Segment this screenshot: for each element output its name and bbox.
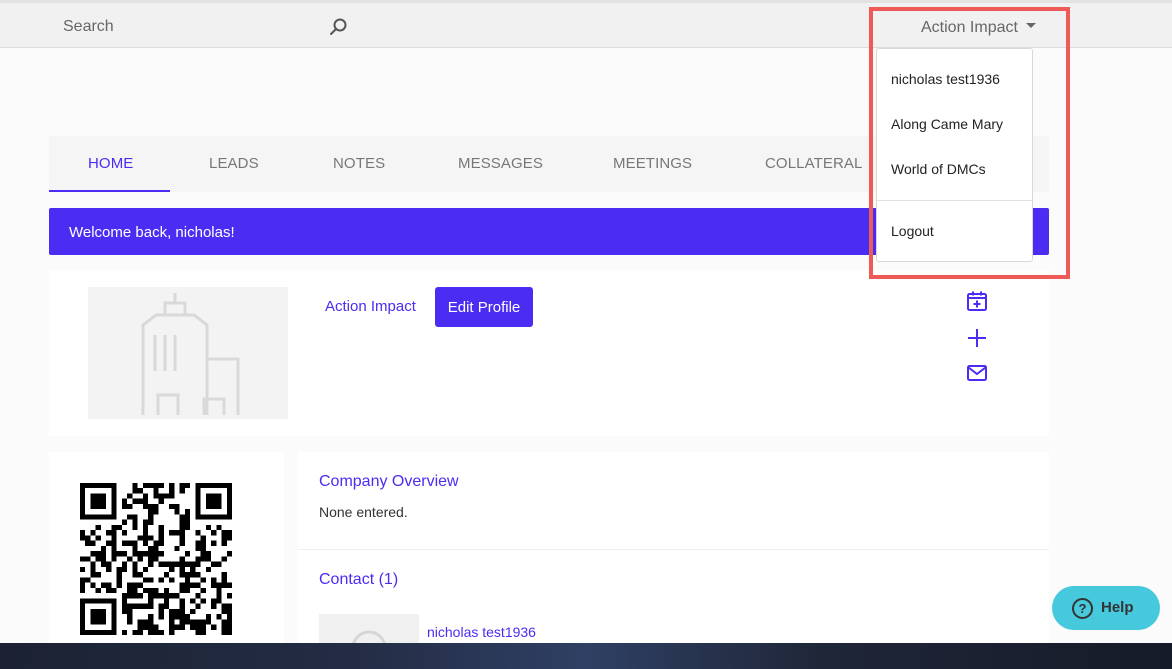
search-input[interactable]: Search (63, 18, 114, 36)
contact-title: Contact (1) (319, 571, 399, 588)
tab-home[interactable]: HOME (88, 155, 133, 172)
question-icon: ? (1072, 598, 1093, 619)
plus-icon[interactable] (965, 326, 989, 350)
tab-leads[interactable]: LEADS (209, 155, 259, 172)
tab-meetings[interactable]: MEETINGS (613, 155, 692, 172)
company-info-card: Company Overview None entered. Contact (… (298, 452, 1049, 654)
edit-profile-button[interactable]: Edit Profile (435, 287, 533, 327)
tab-collateral[interactable]: COLLATERAL (765, 155, 862, 172)
profile-card: Action Impact Edit Profile (49, 270, 1049, 436)
qr-code-card (49, 452, 284, 652)
search-icon[interactable] (328, 16, 350, 38)
company-logo-placeholder (88, 287, 288, 419)
highlight-box (869, 7, 1070, 279)
tab-messages[interactable]: MESSAGES (458, 155, 543, 172)
section-divider (298, 549, 1049, 550)
help-label: Help (1101, 599, 1134, 616)
welcome-text: Welcome back, nicholas! (69, 224, 235, 241)
building-icon (141, 293, 240, 415)
contact-name-link[interactable]: nicholas test1936 (427, 624, 536, 640)
tab-notes[interactable]: NOTES (333, 155, 385, 172)
company-name-link[interactable]: Action Impact (325, 298, 416, 315)
help-button[interactable]: ? Help (1052, 586, 1160, 630)
qr-code (80, 483, 232, 635)
active-tab-indicator (49, 190, 170, 192)
bottom-background (0, 643, 1172, 669)
add-calendar-icon[interactable] (965, 289, 989, 313)
company-overview-title: Company Overview (319, 473, 459, 490)
mail-icon[interactable] (965, 361, 989, 385)
company-overview-text: None entered. (319, 504, 408, 520)
